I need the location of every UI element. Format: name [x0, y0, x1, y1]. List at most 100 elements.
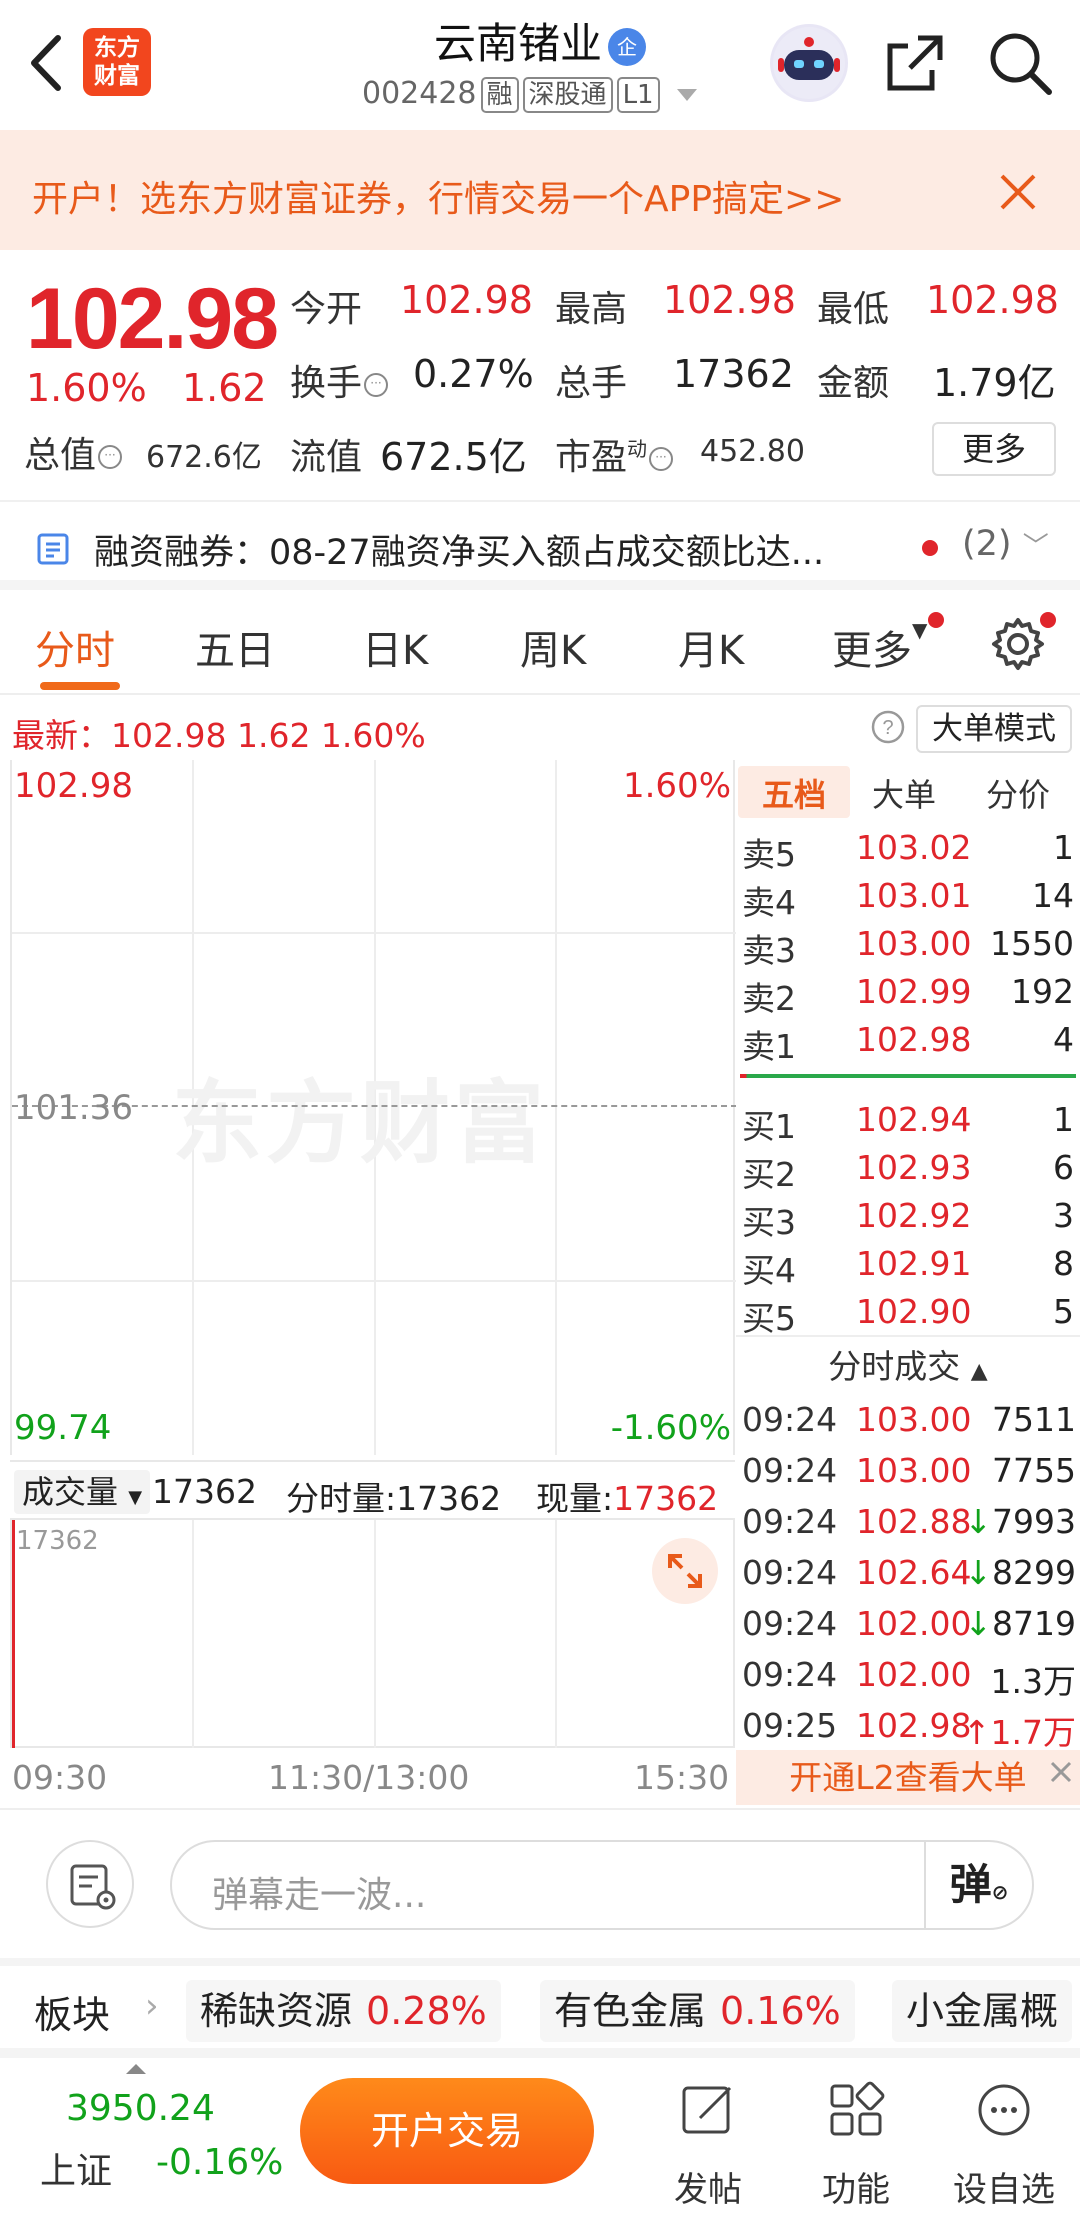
margin-trading-row[interactable]: 融资融券：08-27融资净买入额占成交额比达... (2) ﹀: [0, 500, 1080, 590]
back-button[interactable]: [22, 28, 72, 98]
index-value[interactable]: 3950.24: [66, 2088, 215, 2129]
close-icon: [1050, 1761, 1072, 1783]
search-button[interactable]: [985, 28, 1055, 98]
bid-label: 买4: [742, 1251, 796, 1290]
caret-down-icon: [677, 88, 698, 101]
functions-button[interactable]: 功能: [796, 2074, 916, 2224]
index-change-pct[interactable]: -0.16%: [156, 2142, 283, 2183]
volume-value: 17362: [673, 352, 794, 396]
comment-settings-icon: [70, 1864, 116, 1910]
add-watchlist-button[interactable]: 设自选: [944, 2074, 1064, 2224]
grid-line: [374, 1520, 376, 1748]
margin-count: (2) ﹀: [962, 524, 1049, 564]
change-amount: 1.62: [182, 366, 267, 410]
current-volume-value: 17362: [613, 1479, 719, 1518]
l2-close-button[interactable]: [1044, 1750, 1078, 1784]
mktcap-label[interactable]: 总值 ···: [24, 426, 123, 478]
ask-row: 卖2 102.99 192: [736, 972, 1080, 1020]
caret-up-icon: ▲: [970, 1359, 988, 1384]
tick-volume: ↓7993: [964, 1502, 1076, 1541]
tick-time: 09:24: [742, 1502, 838, 1541]
volume-total: 17362: [152, 1472, 257, 1511]
sector-row: 板块 › 稀缺资源 0.28% 有色金属 0.16% 小金属概: [0, 1958, 1080, 2048]
promo-text[interactable]: 开户！选东方财富证券，行情交易一个APP搞定>>: [32, 170, 844, 222]
index-name[interactable]: 上证: [40, 2142, 112, 2194]
comment-bar: 弹幕走一波... 弹⊘: [0, 1808, 1080, 1958]
danmu-toggle-button[interactable]: 弹⊘: [924, 1842, 1032, 1928]
open-account-trade-button[interactable]: 开户交易: [300, 2078, 594, 2184]
stock-meta[interactable]: 002428 融深股通 L1: [362, 76, 698, 113]
low-label: 最低: [817, 289, 890, 330]
grid-line: [12, 1280, 737, 1282]
high-label: 最高: [555, 289, 628, 330]
ai-assistant-avatar[interactable]: [770, 24, 848, 102]
post-button[interactable]: 发帖: [648, 2074, 768, 2224]
chart-high-pct: 1.60%: [622, 766, 731, 806]
big-order-mode-button[interactable]: 大单模式: [916, 705, 1072, 753]
tick-row: 09:24 102.00 ↓8719: [736, 1604, 1080, 1654]
ask-label: 卖1: [742, 1027, 796, 1066]
bid-volume: 6: [1053, 1148, 1074, 1187]
watermark: 东方财富: [172, 1071, 548, 1176]
tick-volume: 1.3万: [990, 1662, 1076, 1701]
time-axis-start: 09:30: [12, 1758, 108, 1797]
tab-five-levels[interactable]: 五档: [762, 770, 826, 816]
time-axis-end: 15:30: [634, 1758, 730, 1797]
promo-close-button[interactable]: [996, 170, 1040, 214]
help-button[interactable]: ?: [870, 709, 906, 745]
tick-list-header[interactable]: 分时成交 ▲: [736, 1335, 1080, 1395]
chart-settings-button[interactable]: [990, 616, 1046, 672]
tick-price: 102.00: [856, 1604, 972, 1643]
sector-chip[interactable]: 小金属概: [892, 1980, 1073, 2042]
pe-label[interactable]: 市盈动 ···: [555, 428, 674, 480]
sector-chip[interactable]: 有色金属 0.16%: [540, 1980, 855, 2042]
ask-row: 卖4 103.01 14: [736, 876, 1080, 924]
last-price: 102.98: [26, 271, 279, 367]
comment-settings-button[interactable]: [46, 1840, 134, 1928]
tick-volume: ↑1.7万: [962, 1713, 1076, 1752]
bid-row: 买4 102.91 8: [736, 1244, 1080, 1292]
sector-chip[interactable]: 稀缺资源 0.28%: [186, 1980, 501, 2042]
more-quote-button[interactable]: 更多: [932, 422, 1056, 476]
header-bar: 东方 财富 云南锗业企 002428 融深股通 L1: [0, 0, 1080, 130]
indicator-dropdown[interactable]: 成交量 ▼: [14, 1470, 151, 1514]
volume-chart[interactable]: 17362: [10, 1520, 735, 1748]
tab-more[interactable]: 更多▼: [832, 618, 927, 676]
tick-time: 09:25: [742, 1706, 838, 1745]
l2-upgrade-banner[interactable]: 开通L2查看大单: [736, 1750, 1080, 1805]
share-button[interactable]: [882, 30, 948, 96]
promo-banner[interactable]: 开户！选东方财富证券，行情交易一个APP搞定>>: [0, 130, 1080, 250]
tab-weekly-k[interactable]: 周K: [520, 618, 586, 676]
danmu-input[interactable]: 弹幕走一波... 弹⊘: [170, 1840, 1034, 1930]
volume-header: 成交量 ▼ 17362 分时量:17362 现量:17362: [10, 1460, 735, 1520]
intraday-chart[interactable]: 东方财富 102.98 1.60% 101.36 99.74 -1.60%: [10, 760, 737, 1455]
turnover-label[interactable]: 换手 ···: [290, 354, 389, 406]
more-dots-icon: [978, 2084, 1030, 2136]
chart-high-price: 102.98: [14, 766, 133, 806]
tab-big-orders[interactable]: 大单: [872, 770, 936, 816]
functions-label: 功能: [822, 2170, 890, 2210]
tab-five-day[interactable]: 五日: [195, 618, 275, 676]
tick-time: 09:24: [742, 1451, 838, 1490]
tab-intraday[interactable]: 分时: [35, 618, 115, 676]
bid-row: 买3 102.92 3: [736, 1196, 1080, 1244]
tick-time: 09:24: [742, 1400, 838, 1439]
tick-list-title: 分时成交: [828, 1347, 961, 1386]
sector-label[interactable]: 板块: [34, 1984, 110, 2039]
tab-monthly-k[interactable]: 月K: [678, 618, 744, 676]
minute-volume: 分时量:17362: [286, 1479, 502, 1518]
chevron-down-icon: ﹀: [1022, 532, 1049, 562]
connect-tag: 深股通: [522, 77, 613, 113]
settings-dot: [1040, 612, 1056, 628]
svg-text:?: ?: [882, 717, 893, 739]
sector-pct: 0.28%: [366, 1989, 487, 2033]
fullscreen-button[interactable]: [652, 1538, 718, 1604]
tab-daily-k[interactable]: 日K: [362, 618, 428, 676]
bottom-action-bar: 3950.24 上证 -0.16% 开户交易 发帖 功能 设自选: [0, 2048, 1080, 2227]
tab-price-distribution[interactable]: 分价: [986, 770, 1050, 816]
tick-time: 09:24: [742, 1604, 838, 1643]
order-book-tabs: 五档 大单 分价: [736, 760, 1080, 820]
turnover-label-text: 换手: [290, 363, 363, 404]
margin-count-text: (2): [962, 524, 1012, 564]
level-tag: L1: [616, 77, 660, 113]
